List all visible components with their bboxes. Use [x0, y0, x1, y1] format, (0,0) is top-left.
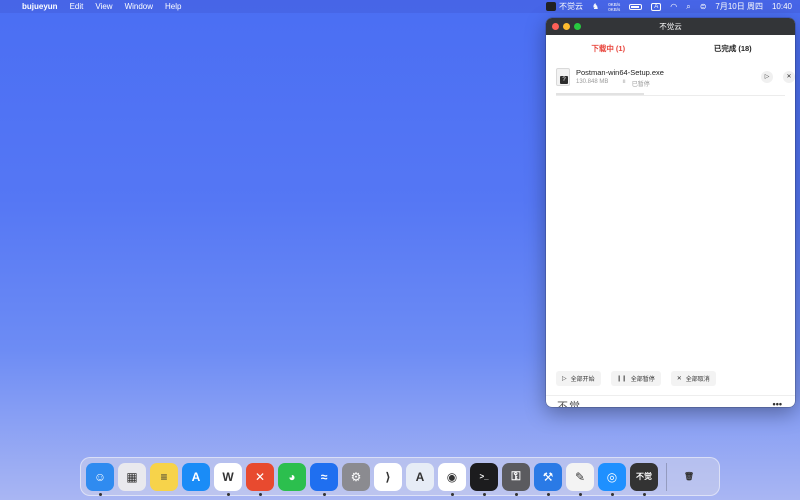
menu-window[interactable]: Window [125, 2, 153, 11]
footer-logo: 不觉 [557, 400, 581, 407]
wifi-icon[interactable]: ◠ [670, 2, 677, 11]
menubar-date[interactable]: 7月10日 周四 [715, 1, 763, 12]
pause-icon: ❙❙ [616, 376, 627, 382]
textedit-icon[interactable]: ✎ [566, 462, 594, 496]
download-filename: Postman-win64-Setup.exe [576, 68, 664, 77]
window-title: 不觉云 [659, 22, 682, 31]
running-indicator [258, 492, 262, 496]
system-settings-icon[interactable]: ⚙ [342, 462, 370, 491]
running-indicator [642, 492, 646, 496]
status-bujueyun[interactable]: 不觉云 [546, 1, 583, 12]
close-window-button[interactable] [552, 23, 559, 30]
menu-view[interactable]: View [95, 2, 112, 11]
control-center-icon[interactable]: ⊜ [700, 2, 707, 11]
tab-bar: 下载中 (1) 已完成 (18) [546, 35, 795, 61]
running-indicator [514, 492, 518, 496]
net-speed[interactable]: 0KB/s 0KB/s [608, 2, 620, 12]
paused-icon: ıı [622, 79, 626, 85]
trash-icon[interactable]: 🗑 [675, 463, 703, 491]
lark-icon[interactable]: ≈ [310, 462, 338, 496]
bujueyun-icon[interactable]: 不觉 [630, 462, 658, 496]
running-indicator [482, 492, 486, 496]
more-options-button[interactable]: ••• [773, 399, 782, 407]
menu-edit[interactable]: Edit [70, 2, 84, 11]
instruments-icon[interactable]: A [406, 462, 434, 491]
menu-bar: bujueyun Edit View Window Help 不觉云 ♞ 0KB… [0, 0, 800, 13]
input-method-badge[interactable]: A [651, 2, 662, 11]
bear-status-icon[interactable]: ♞ [592, 2, 599, 11]
running-indicator [322, 492, 326, 496]
net-down: 0KB/s [608, 6, 621, 12]
running-indicator [450, 492, 454, 496]
notes-icon[interactable]: ≡ [150, 462, 178, 491]
bujueyun-status-icon [546, 2, 557, 11]
file-unknown-icon: ? [556, 68, 570, 86]
download-status: 已暂停 [631, 82, 650, 88]
battery-icon[interactable] [629, 3, 643, 10]
terminal-icon[interactable]: >_ [470, 462, 498, 496]
keychain-icon[interactable]: ⚿ [502, 462, 530, 496]
launchpad-icon[interactable]: ▦ [118, 462, 146, 491]
download-item[interactable]: ? Postman-win64-Setup.exe 130.848 MB ıı … [556, 67, 795, 96]
xcode-icon[interactable]: ⚒ [534, 462, 562, 496]
cancel-all-label: 全部取消 [685, 377, 710, 383]
finder-icon[interactable]: ☺ [86, 462, 114, 496]
window-footer: 不觉 ••• [546, 395, 795, 407]
tab-downloading[interactable]: 下载中 (1) [546, 43, 671, 54]
start-all-label: 全部开始 [570, 377, 595, 383]
tab-completed[interactable]: 已完成 (18) [671, 43, 796, 54]
download-progress-bar [556, 93, 644, 95]
running-indicator [610, 492, 614, 496]
tab-downloading-count: (1) [615, 43, 626, 53]
close-icon: ✕ [676, 376, 682, 382]
bujueyun-window: 不觉云 下载中 (1) 已完成 (18) ? Postman-win64-Setup… [546, 18, 795, 407]
bulk-actions: ▷ 全部开始 ❙❙ 全部暂停 ✕ 全部取消 [556, 371, 716, 386]
dock-separator [666, 462, 667, 491]
minimize-window-button[interactable] [563, 23, 570, 30]
start-all-button[interactable]: ▷ 全部开始 [556, 371, 601, 386]
wechat-icon[interactable]: ◕ [278, 462, 306, 491]
safari-icon[interactable]: ◎ [598, 462, 626, 496]
cancel-download-button[interactable]: ✕ [783, 71, 795, 83]
chrome-icon[interactable]: ◉ [438, 462, 466, 496]
pause-all-button[interactable]: ❙❙ 全部暂停 [610, 371, 661, 386]
xmind-icon[interactable]: ✕ [246, 462, 274, 496]
zoom-window-button[interactable] [574, 23, 581, 30]
tab-completed-count: (18) [738, 43, 752, 53]
vscode-icon[interactable]: ⟩ [374, 462, 402, 491]
spotlight-search-icon[interactable]: ⌕ [686, 2, 690, 12]
running-indicator [226, 492, 230, 496]
traffic-lights [552, 23, 581, 30]
menu-app-name[interactable]: bujueyun [22, 2, 58, 11]
cancel-all-button[interactable]: ✕ 全部取消 [670, 371, 716, 386]
running-indicator [98, 492, 102, 496]
pause-all-label: 全部暂停 [630, 377, 655, 383]
dock: ☺ ▦ ≡ A W ✕ ◕ ≈ ⚙ ⟩ A ◉ >_ ⚿ ⚒ ✎ ◎ 不觉 🗑 [80, 457, 720, 496]
status-app-label: 不觉云 [559, 2, 584, 11]
running-indicator [546, 492, 550, 496]
running-indicator [578, 492, 582, 496]
download-meta: 130.848 MB ıı 已暂停 [576, 79, 650, 88]
app-store-icon[interactable]: A [182, 462, 210, 491]
menubar-time[interactable]: 10:40 [772, 2, 792, 11]
download-size: 130.848 MB [576, 79, 609, 85]
wps-icon[interactable]: W [214, 462, 242, 496]
resume-download-button[interactable]: ▷ [761, 71, 773, 83]
tab-downloading-label: 下载中 [591, 43, 614, 53]
play-icon: ▷ [562, 376, 567, 382]
menu-help[interactable]: Help [165, 2, 181, 11]
tab-completed-label: 已完成 [713, 43, 737, 53]
title-bar[interactable]: 不觉云 [546, 18, 795, 35]
